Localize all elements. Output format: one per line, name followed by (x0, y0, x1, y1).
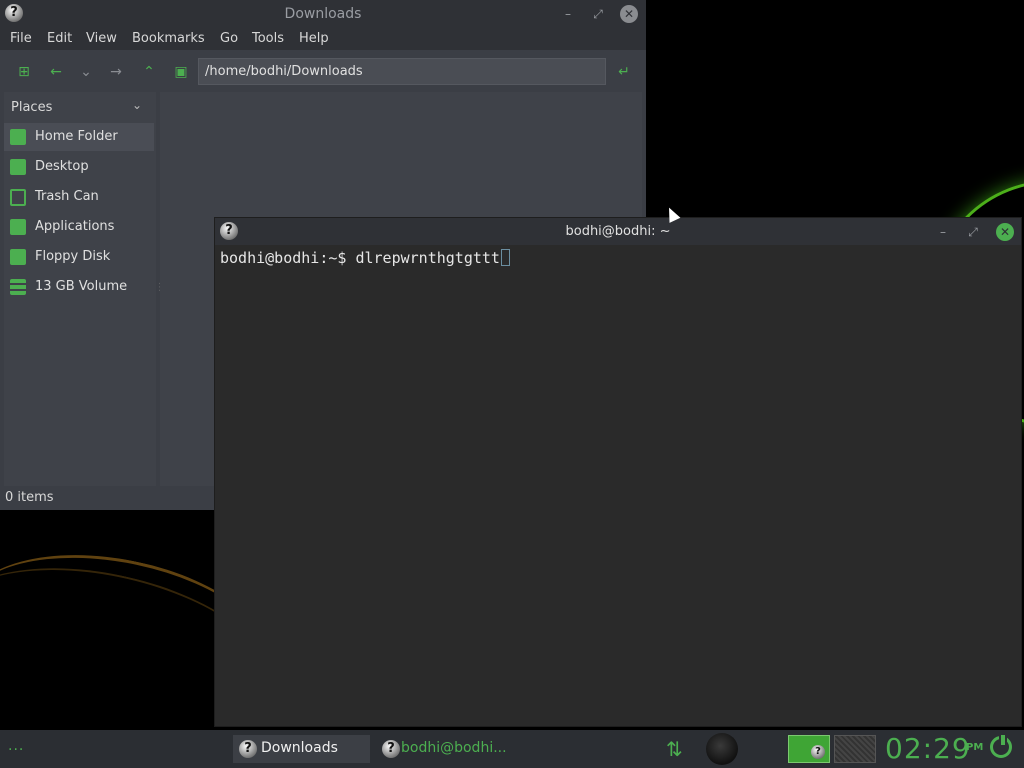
sidebar-item-applications[interactable]: Applications (4, 213, 154, 241)
menu-bookmarks[interactable]: Bookmarks (132, 31, 205, 46)
maximize-button[interactable]: ⤢ (590, 6, 606, 22)
avatar[interactable] (706, 733, 738, 765)
menu-go[interactable]: Go (220, 31, 238, 46)
go-enter-icon[interactable]: ↵ (616, 64, 632, 80)
sidebar-item-label: 13 GB Volume (35, 279, 128, 294)
task-label: Downloads (261, 740, 338, 756)
menu-help[interactable]: Help (299, 31, 329, 46)
sidebar-item-13gb-volume[interactable]: 13 GB Volume (4, 273, 154, 301)
network-icon[interactable]: ⇅ (666, 737, 683, 761)
workspace-1-pager[interactable]: ? (788, 735, 830, 763)
home-folder-icon (10, 129, 26, 145)
task-label: bodhi@bodhi... (401, 740, 507, 756)
terminal-titlebar[interactable]: ? bodhi@bodhi: ~ – ⤢ ✕ (215, 218, 1021, 245)
close-button[interactable]: ✕ (620, 5, 638, 23)
workspace-2-pager[interactable] (834, 735, 876, 763)
terminal-line: bodhi@bodhi:~$ dlrepwrnthgtgttt (220, 249, 510, 267)
sidebar-item-floppy-disk[interactable]: Floppy Disk (4, 243, 154, 271)
app-help-icon: ? (382, 740, 400, 758)
history-dropdown-icon[interactable]: ⌄ (78, 64, 94, 80)
taskbar: ... ? Downloads ? bodhi@bodhi... ⇅ ? 02:… (0, 730, 1024, 768)
window-title: Downloads (284, 6, 362, 22)
applications-icon (10, 219, 26, 235)
text-cursor (500, 249, 510, 266)
terminal-body[interactable]: bodhi@bodhi:~$ dlrepwrnthgtgttt (218, 246, 1018, 723)
sidebar-item-label: Home Folder (35, 129, 118, 144)
new-tab-icon[interactable]: ⊞ (16, 64, 32, 80)
app-help-icon: ? (811, 745, 825, 759)
home-folder-icon[interactable]: ▣ (173, 64, 189, 80)
maximize-button[interactable]: ⤢ (965, 224, 981, 240)
chevron-down-icon[interactable]: ⌄ (132, 98, 142, 112)
task-downloads[interactable]: ? Downloads (233, 735, 370, 763)
drive-icon (10, 279, 26, 295)
forward-arrow-icon[interactable]: → (108, 64, 124, 80)
sidebar-item-home-folder[interactable]: Home Folder (4, 123, 154, 151)
power-icon[interactable] (990, 733, 1012, 758)
sidebar-item-desktop[interactable]: Desktop (4, 153, 154, 181)
menu-file[interactable]: File (10, 31, 32, 46)
sidebar-item-trash-can[interactable]: Trash Can (4, 183, 154, 211)
close-button[interactable]: ✕ (996, 223, 1014, 241)
toolbar: ⊞ ← ⌄ → ⌃ ▣ /home/bodhi/Downloads ↵ (0, 52, 646, 92)
terminal-window: ? bodhi@bodhi: ~ – ⤢ ✕ bodhi@bodhi:~$ dl… (214, 217, 1022, 727)
menu-bar: File Edit View Bookmarks Go Tools Help (0, 28, 646, 50)
minimize-button[interactable]: – (560, 6, 576, 22)
clock-time[interactable]: 02:29 (885, 732, 971, 765)
sidebar-item-label: Desktop (35, 159, 89, 174)
terminal-title: bodhi@bodhi: ~ (565, 224, 671, 239)
menu-tools[interactable]: Tools (252, 31, 284, 46)
menu-edit[interactable]: Edit (47, 31, 72, 46)
back-arrow-icon[interactable]: ← (48, 64, 64, 80)
file-manager-titlebar[interactable]: ? Downloads – ⤢ ✕ (0, 0, 646, 28)
app-help-icon: ? (239, 740, 257, 758)
sidebar-item-label: Floppy Disk (35, 249, 111, 264)
sidebar-item-label: Trash Can (35, 189, 99, 204)
places-sidebar: Places ⌄ Home Folder Desktop Trash Can A… (4, 92, 156, 486)
minimize-button[interactable]: – (935, 224, 951, 240)
task-terminal[interactable]: ? bodhi@bodhi... (376, 735, 526, 763)
clock-ampm: PM (966, 742, 984, 753)
desktop-icon (10, 159, 26, 175)
menu-view[interactable]: View (86, 31, 117, 46)
terminal-command: dlrepwrnthgtgttt (355, 249, 500, 267)
places-heading: Places (11, 100, 53, 115)
path-input[interactable]: /home/bodhi/Downloads (198, 58, 606, 85)
floppy-disk-icon (10, 249, 26, 265)
terminal-prompt: bodhi@bodhi:~$ (220, 249, 356, 267)
up-arrow-icon[interactable]: ⌃ (141, 64, 157, 80)
launcher-menu-button[interactable]: ... (8, 738, 24, 754)
item-count: 0 items (5, 490, 54, 505)
trash-icon (10, 189, 26, 206)
sidebar-item-label: Applications (35, 219, 115, 234)
